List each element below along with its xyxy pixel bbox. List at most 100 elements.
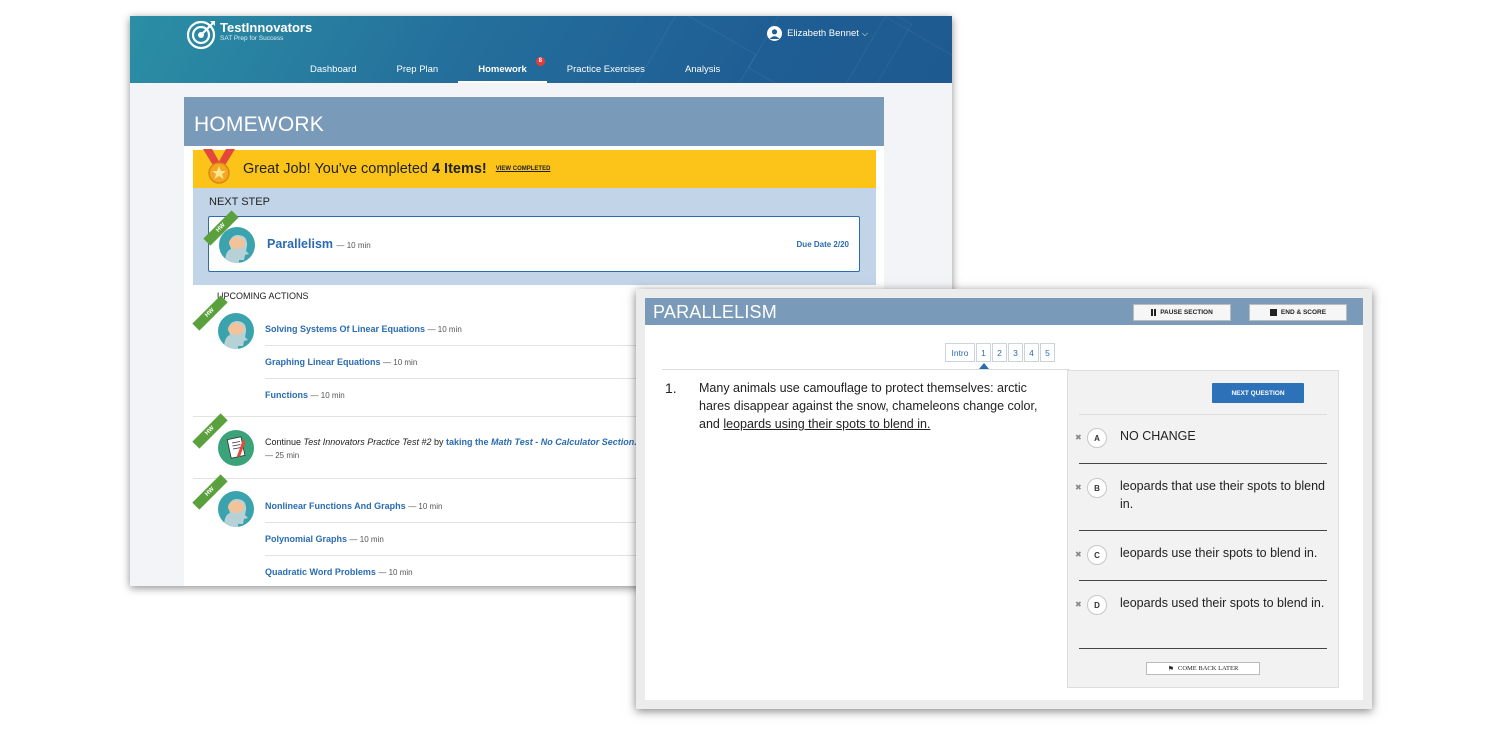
action-duration: — 10 min (349, 535, 384, 544)
end-and-score-button[interactable]: END & SCORE (1249, 304, 1347, 321)
action-title: Solving Systems Of Linear Equations (265, 324, 426, 334)
upcoming-actions-label: UPCOMING ACTIONS (217, 291, 309, 301)
user-avatar-icon (767, 26, 783, 41)
action-item[interactable]: Functions — 10 min (265, 390, 345, 400)
action-title: Nonlinear Functions And Graphs (265, 501, 406, 511)
test-name: Test Innovators Practice Test #2 (303, 437, 432, 447)
due-date: Due Date 2/20 (796, 240, 849, 249)
eliminate-choice-b-icon[interactable]: ✖ (1075, 483, 1082, 492)
question-navigator: Intro 1 2 3 4 5 (945, 343, 1056, 362)
completed-count: 4 Items! (431, 161, 487, 177)
next-step-duration: — 10 min (336, 241, 371, 250)
question-text-underlined: leopards using their spots to blend in. (723, 417, 931, 431)
taking-text: taking the (446, 437, 489, 447)
choice-b-text[interactable]: leopards that use their spots to blend i… (1120, 477, 1338, 513)
brain-icon (218, 491, 254, 527)
eliminate-choice-a-icon[interactable]: ✖ (1075, 433, 1082, 442)
brand-name: TestInnovators (220, 20, 313, 35)
action-duration: — 10 min (408, 502, 443, 511)
action-title: Polynomial Graphs (265, 534, 348, 544)
question-nav-3[interactable]: 3 (1008, 343, 1023, 362)
next-step-title: Parallelism — 10 min (267, 237, 371, 251)
user-menu[interactable]: Elizabeth Bennet ⌵ (767, 26, 868, 41)
nav-analysis[interactable]: Analysis (665, 64, 740, 83)
main-nav: Dashboard Prep Plan Homework 8 Practice … (290, 57, 740, 83)
next-question-button[interactable]: NEXT QUESTION (1212, 383, 1304, 403)
action-title: Graphing Linear Equations (265, 357, 381, 367)
choice-d-bubble[interactable]: D (1087, 595, 1107, 615)
action-item[interactable]: Graphing Linear Equations — 10 min (265, 357, 417, 367)
brain-icon (218, 313, 254, 349)
eliminate-choice-d-icon[interactable]: ✖ (1075, 600, 1082, 609)
action-duration: — 10 min (427, 325, 462, 334)
homework-count-badge: 8 (535, 57, 545, 66)
question-nav-1[interactable]: 1 (976, 343, 991, 362)
medal-icon (199, 149, 239, 185)
action-duration: — 25 min (265, 451, 300, 460)
action-duration: — 10 min (378, 568, 413, 577)
action-duration: — 10 min (383, 358, 418, 367)
section-name: Math Test - No Calculator (491, 437, 600, 447)
question-text: Many animals use camouflage to protect t… (699, 379, 1044, 433)
target-logo-icon (186, 20, 216, 50)
page-title: HOMEWORK (184, 97, 884, 146)
next-step-label: NEXT STEP (209, 196, 270, 208)
end-label: END & SCORE (1280, 309, 1327, 316)
brand-logo[interactable]: TestInnovators SAT Prep for Success (186, 20, 312, 50)
completion-banner: Great Job! You've completed 4 Items! VIE… (193, 149, 876, 188)
action-title: Functions (265, 390, 308, 400)
congrats-text: Great Job! You've completed (243, 161, 428, 177)
chevron-down-icon: ⌵ (861, 28, 868, 38)
view-completed-link[interactable]: VIEW COMPLETED (496, 166, 551, 172)
nav-prep-plan[interactable]: Prep Plan (376, 64, 458, 83)
choice-b-bubble[interactable]: B (1087, 478, 1107, 498)
test-title: PARALLELISM (653, 302, 777, 322)
choice-a-bubble[interactable]: A (1087, 428, 1107, 448)
question-nav-5[interactable]: 5 (1040, 343, 1055, 362)
come-back-label: COME BACK LATER (1177, 665, 1239, 672)
choice-c-bubble[interactable]: C (1087, 545, 1107, 565)
action-item[interactable]: Polynomial Graphs — 10 min (265, 534, 384, 544)
question-nav-intro[interactable]: Intro (945, 343, 975, 362)
pause-section-button[interactable]: PAUSE SECTION (1133, 304, 1231, 321)
continue-text: Continue (265, 437, 302, 447)
eliminate-choice-c-icon[interactable]: ✖ (1075, 550, 1082, 559)
pause-label: PAUSE SECTION (1160, 309, 1213, 316)
action-item[interactable]: Quadratic Word Problems — 10 min (265, 567, 413, 577)
action-title: Quadratic Word Problems (265, 567, 376, 577)
action-item[interactable]: Solving Systems Of Linear Equations — 10… (265, 324, 462, 334)
nav-label: Homework (478, 64, 527, 75)
user-name: Elizabeth Bennet (787, 28, 859, 39)
question-number: 1. (665, 380, 677, 396)
nav-label: Prep Plan (396, 64, 439, 75)
test-window: PARALLELISM PAUSE SECTION END & SCORE In… (636, 289, 1372, 709)
action-duration: — 10 min (310, 391, 345, 400)
next-step-section: NEXT STEP HW Parallelism — 10 min Due Da… (193, 188, 876, 285)
flag-icon: ⚑ (1167, 664, 1174, 673)
nav-homework[interactable]: Homework 8 (458, 57, 547, 83)
test-body: Intro 1 2 3 4 5 1. Many animals use camo… (645, 325, 1363, 700)
choice-a-text[interactable]: NO CHANGE (1120, 427, 1338, 445)
come-back-later-button[interactable]: ⚑ COME BACK LATER (1146, 662, 1260, 675)
by-text: by (433, 437, 444, 447)
question-nav-2[interactable]: 2 (992, 343, 1007, 362)
pause-icon (1151, 309, 1157, 316)
section-word: Section. (601, 437, 637, 447)
question-nav-4[interactable]: 4 (1024, 343, 1039, 362)
practice-test-action[interactable]: Continue Test Innovators Practice Test #… (265, 436, 645, 462)
nav-label: Dashboard (310, 64, 357, 75)
choice-d-text[interactable]: leopards used their spots to blend in. (1120, 594, 1338, 612)
top-navigation-bar: TestInnovators SAT Prep for Success Eliz… (130, 16, 952, 167)
next-step-name: Parallelism (267, 237, 334, 251)
nav-dashboard[interactable]: Dashboard (290, 64, 376, 83)
answer-panel: NEXT QUESTION ✖ A NO CHANGE ✖ B leopards… (1067, 370, 1339, 688)
brain-icon (219, 227, 255, 263)
brand-tagline: SAT Prep for Success (220, 35, 284, 42)
test-header: PARALLELISM PAUSE SECTION END & SCORE (645, 298, 1363, 325)
nav-label: Analysis (684, 64, 721, 75)
next-step-card[interactable]: HW Parallelism — 10 min Due Date 2/20 (203, 210, 860, 272)
nav-practice-exercises[interactable]: Practice Exercises (547, 64, 665, 83)
choice-c-text[interactable]: leopards use their spots to blend in. (1120, 544, 1338, 562)
nav-label: Practice Exercises (566, 64, 645, 75)
action-item[interactable]: Nonlinear Functions And Graphs — 10 min (265, 501, 442, 511)
